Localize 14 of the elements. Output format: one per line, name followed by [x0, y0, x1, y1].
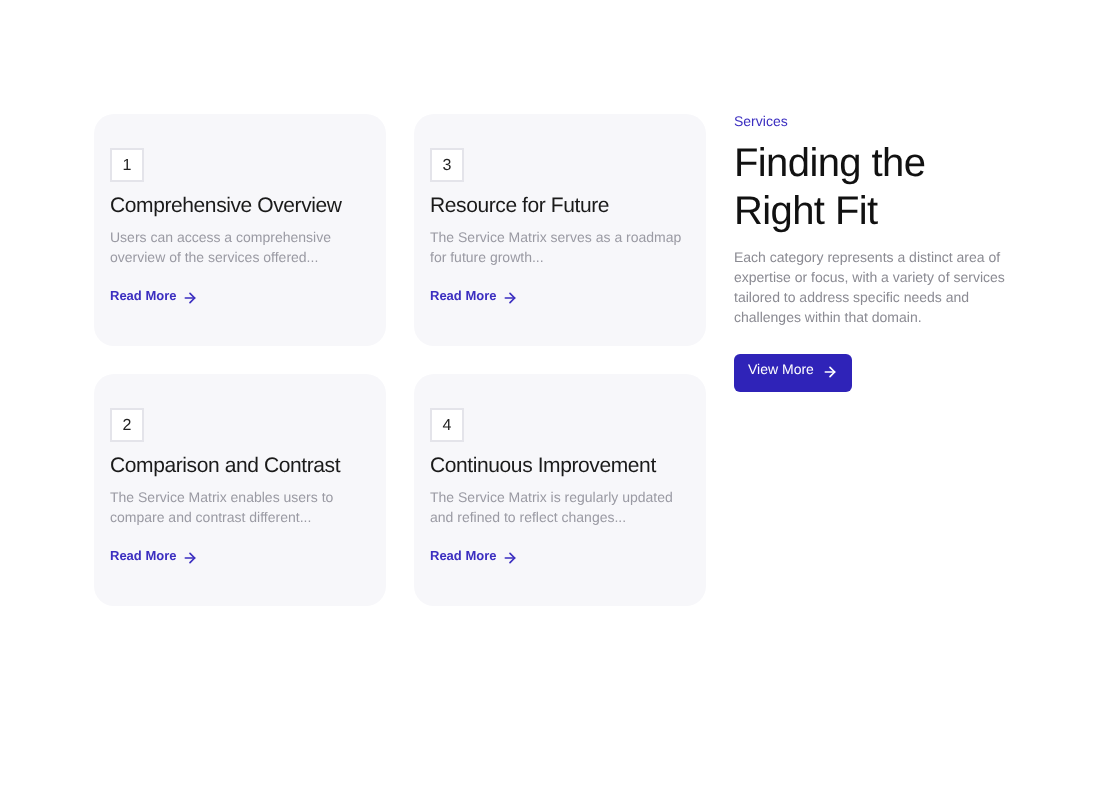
card-title: Continuous Improvement: [430, 452, 659, 480]
card-title: Comprehensive Overview: [110, 192, 344, 220]
card-title: Resource for Future: [430, 192, 612, 220]
arrow-right-icon: [502, 549, 519, 566]
card-title: Comparison and Contrast: [110, 452, 343, 480]
arrow-right-icon: [502, 289, 519, 306]
card-number: 4: [430, 408, 464, 442]
card-number: 3: [430, 148, 464, 182]
section-heading: Finding the Right Fit: [734, 139, 928, 235]
arrow-right-icon: [821, 364, 838, 380]
arrow-right-icon: [182, 289, 199, 306]
card-number: 1: [110, 148, 144, 182]
card-number: 2: [110, 408, 144, 442]
arrow-right-icon: [182, 549, 199, 566]
